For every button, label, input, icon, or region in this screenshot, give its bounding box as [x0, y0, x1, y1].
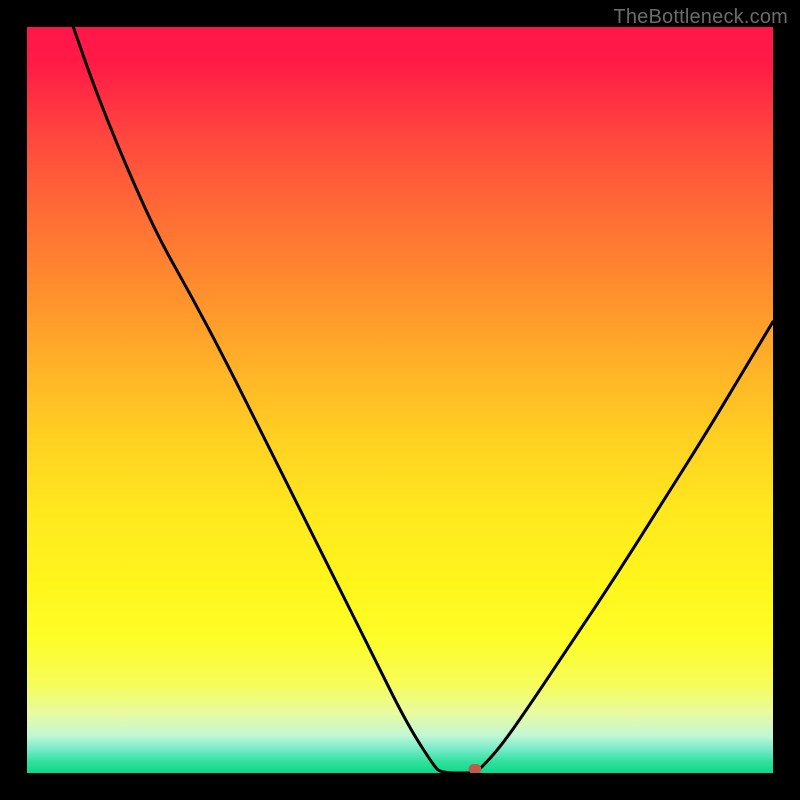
- curve-svg: [27, 27, 773, 773]
- bottleneck-chart: TheBottleneck.com: [0, 0, 800, 800]
- optimal-point-marker: [468, 764, 481, 773]
- watermark-link[interactable]: TheBottleneck.com: [613, 6, 788, 29]
- bottleneck-curve-path: [73, 27, 773, 773]
- plot-area: [27, 27, 773, 773]
